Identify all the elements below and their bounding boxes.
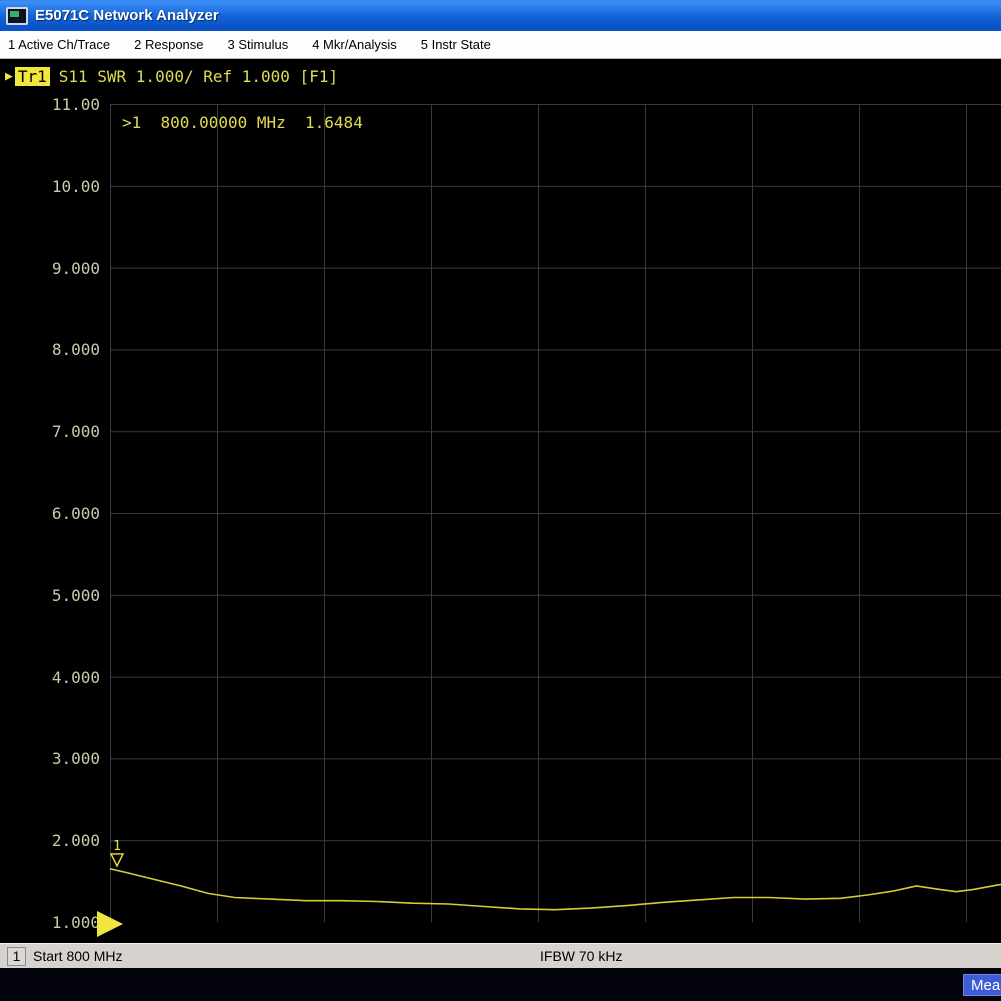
y-tick-label: 8.000 [2,340,100,359]
status-bar: 1 Start 800 MHz IFBW 70 kHz [0,943,1001,968]
marker-1-number: 1 [113,839,121,854]
y-tick-label: 4.000 [2,668,100,687]
y-tick-label: 9.000 [2,259,100,278]
reference-level-icon [97,911,123,937]
active-trace-arrow-icon: ▶ [5,69,13,84]
y-tick-label: 11.00 [2,95,100,114]
y-tick-label: 1.000 [2,913,100,932]
softkey-bar: Mea [0,968,1001,1001]
menu-item-5[interactable]: 5 Instr State [421,37,491,52]
analyzer-app-icon [6,7,28,25]
y-tick-label: 3.000 [2,749,100,768]
swr-plot: 1 [110,104,1001,922]
trace-label[interactable]: Tr1 [15,67,50,86]
y-tick-label: 5.000 [2,586,100,605]
title-bar: E5071C Network Analyzer [0,0,1001,31]
window-title: E5071C Network Analyzer [35,7,219,24]
menu-bar: 1 Active Ch/Trace 2 Response 3 Stimulus 4 M… [0,31,1001,59]
trace-info: S11 SWR 1.000/ Ref 1.000 [F1] [59,67,338,86]
trace-header: ▶ Tr1 S11 SWR 1.000/ Ref 1.000 [F1] [5,67,338,86]
menu-item-1[interactable]: 1 Active Ch/Trace [8,37,110,52]
menu-item-2[interactable]: 2 Response [134,37,203,52]
swr-trace [110,869,1001,910]
menu-item-3[interactable]: 3 Stimulus [228,37,289,52]
y-tick-label: 2.000 [2,831,100,850]
y-tick-label: 10.00 [2,177,100,196]
menu-item-4[interactable]: 4 Mkr/Analysis [312,37,397,52]
ifbw-label: IFBW 70 kHz [540,948,622,964]
channel-indicator: 1 [7,947,26,966]
y-tick-label: 6.000 [2,504,100,523]
meas-softkey[interactable]: Mea [963,974,1001,996]
y-axis-labels: 11.0010.009.0008.0007.0006.0005.0004.000… [0,104,102,922]
y-tick-label: 7.000 [2,422,100,441]
instrument-screen: E5071C Network Analyzer 1 Active Ch/Trac… [0,0,1001,1001]
marker-1-icon [111,854,123,866]
start-frequency-label: Start 800 MHz [33,948,122,964]
analyzer-display: ▶ Tr1 S11 SWR 1.000/ Ref 1.000 [F1] >1 8… [0,59,1001,943]
